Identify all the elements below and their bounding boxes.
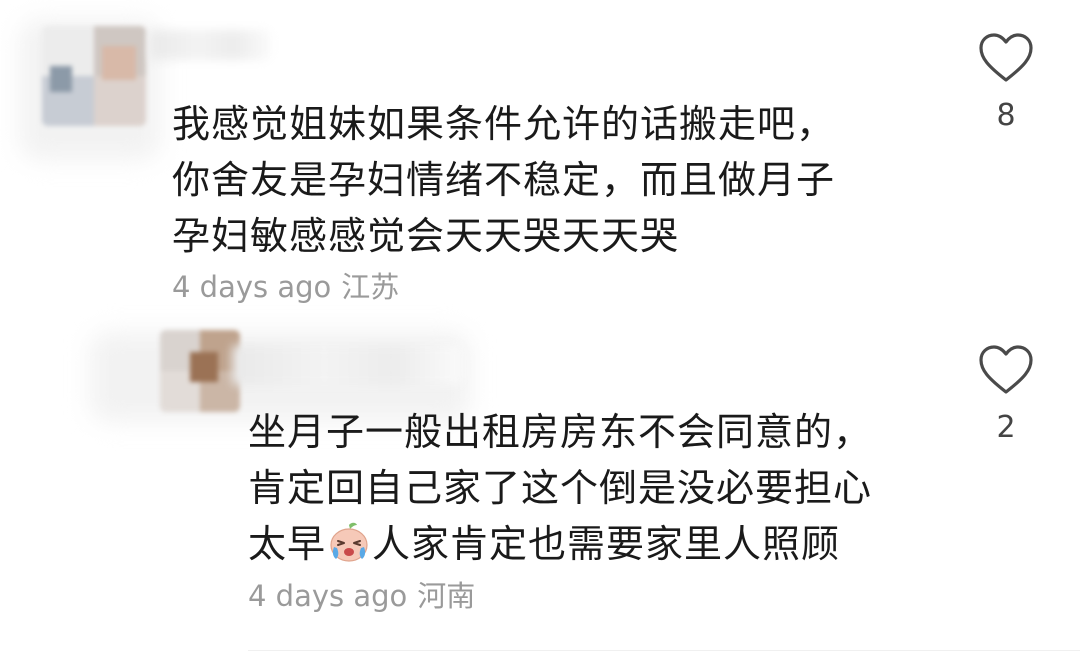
comment-text: 我感觉姐妹如果条件允许的话搬走吧， 你舍友是孕妇情绪不稳定，而且做月子 孕妇敏感…: [172, 96, 835, 264]
username[interactable]: [232, 345, 462, 385]
reply-item: 坐月子一般出租房房东不会同意的， 肯定回自己家了这个倒是没必要担心 太早 人家肯…: [0, 320, 1080, 672]
divider: [248, 650, 1080, 651]
like-count: 8: [996, 98, 1016, 133]
comment-line-part: 太早: [248, 522, 327, 566]
comment-line: 孕妇敏感感觉会天天哭天天哭: [172, 214, 680, 258]
comment-line-part: 人家肯定也需要家里人照顾: [372, 522, 841, 566]
comment-line: 坐月子一般出租房房东不会同意的，: [248, 410, 873, 454]
like-button[interactable]: 8: [976, 32, 1036, 133]
avatar[interactable]: [160, 330, 240, 412]
comment-item: 我感觉姐妹如果条件允许的话搬走吧， 你舍友是孕妇情绪不稳定，而且做月子 孕妇敏感…: [0, 0, 1080, 320]
comment-meta: 4 days ago 河南: [248, 573, 475, 615]
comment-line: 太早 人家肯定也需要家里人照顾: [248, 516, 872, 572]
comment-timestamp: 4 days ago: [248, 579, 408, 613]
comment-text: 坐月子一般出租房房东不会同意的， 肯定回自己家了这个倒是没必要担心 太早 人家肯…: [248, 404, 872, 572]
comment-line: 你舍友是孕妇情绪不稳定，而且做月子: [172, 158, 836, 202]
avatar[interactable]: [42, 26, 146, 126]
comment-timestamp: 4 days ago: [172, 270, 332, 304]
username[interactable]: [150, 30, 270, 60]
crying-face-emoji-icon: [330, 522, 368, 562]
comment-line: 我感觉姐妹如果条件允许的话搬走吧，: [172, 102, 836, 146]
like-count: 2: [996, 410, 1016, 445]
heart-outline-icon[interactable]: [978, 344, 1034, 396]
comment-location: 江苏: [341, 270, 400, 304]
heart-outline-icon[interactable]: [978, 32, 1034, 84]
comment-meta: 4 days ago 江苏: [172, 264, 399, 306]
comment-location: 河南: [417, 579, 476, 613]
comment-line: 肯定回自己家了这个倒是没必要担心: [248, 466, 873, 510]
like-button[interactable]: 2: [976, 344, 1036, 445]
